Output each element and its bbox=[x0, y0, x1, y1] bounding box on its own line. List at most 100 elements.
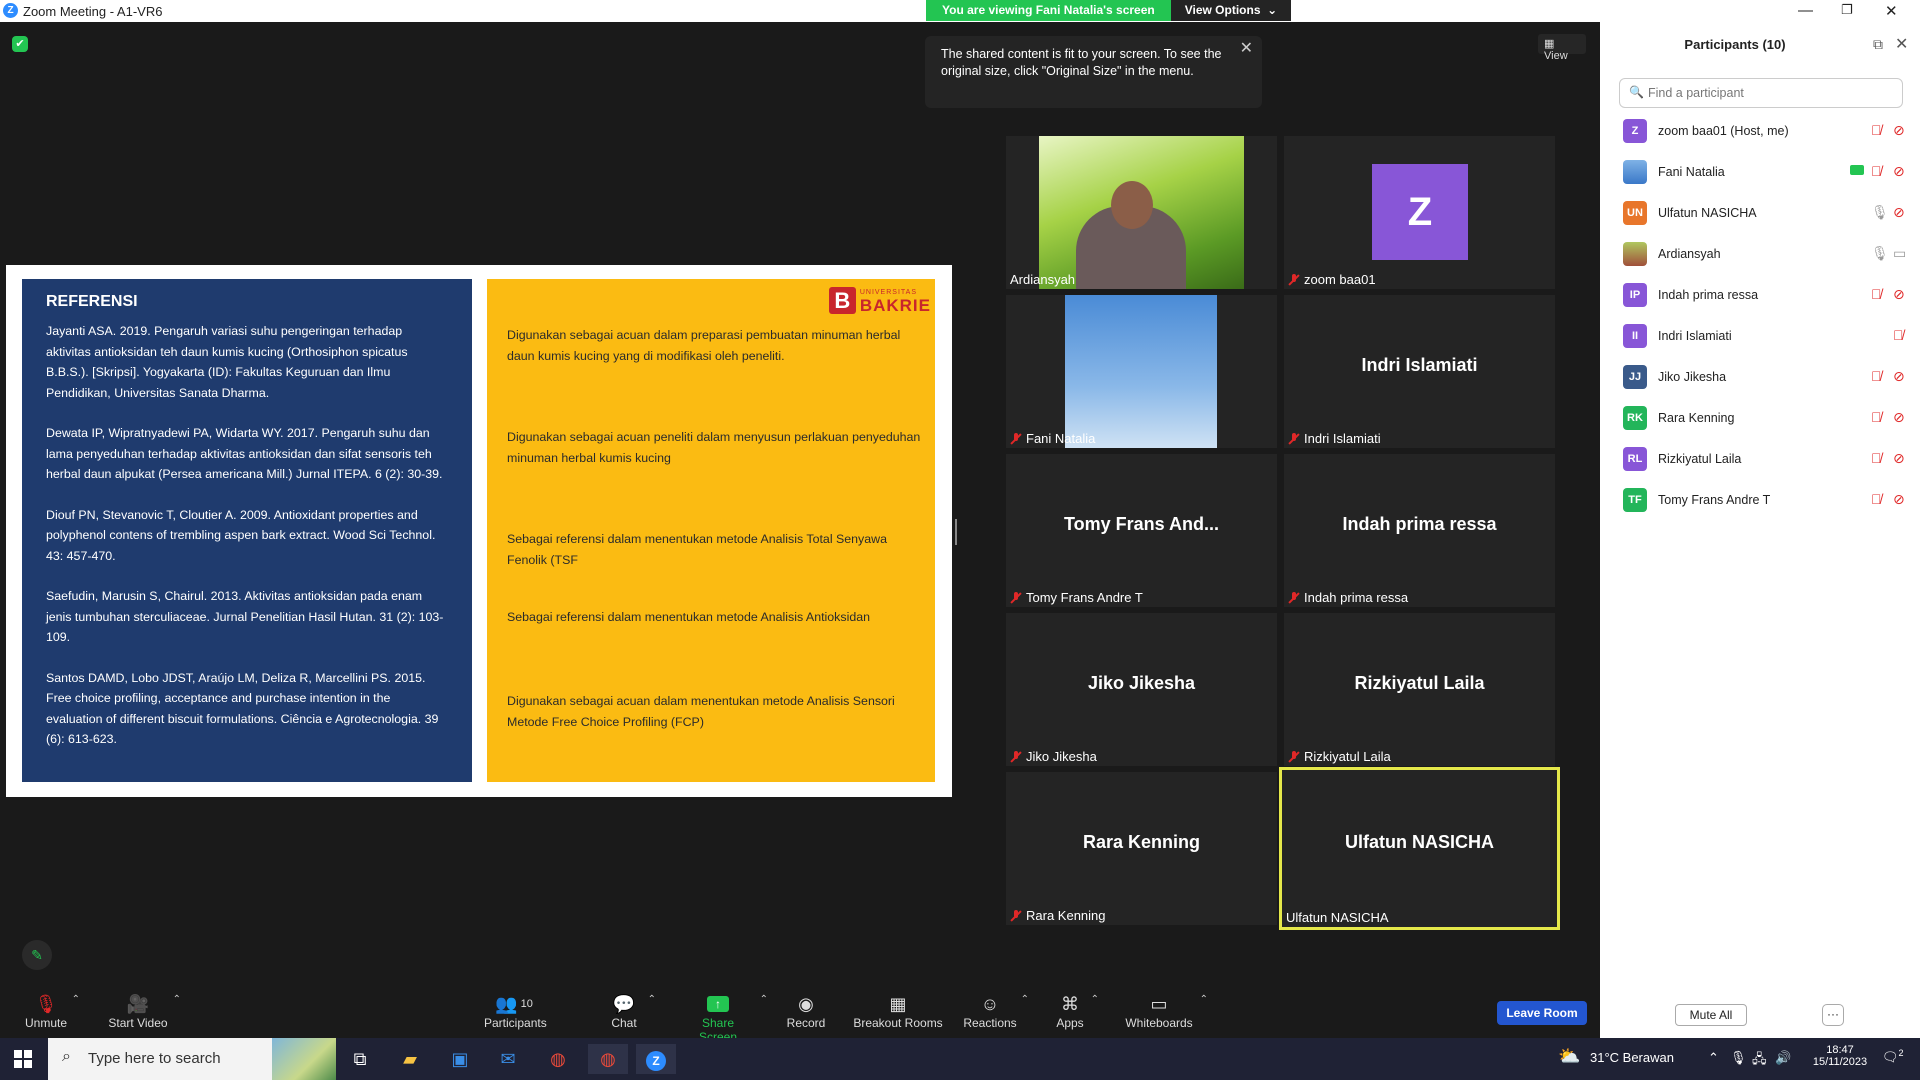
video-off-icon[interactable]: ⊘ bbox=[1893, 286, 1905, 303]
weather-icon[interactable]: ⛅ bbox=[1558, 1046, 1580, 1067]
mic-muted-icon[interactable]: 🎙̸ bbox=[1871, 368, 1882, 384]
tray-overflow-icon[interactable]: ⌃ bbox=[1708, 1050, 1719, 1066]
video-off-icon[interactable]: ⊘ bbox=[1893, 163, 1905, 180]
video-tile[interactable]: Rizkiyatul Laila Rizkiyatul Laila bbox=[1284, 613, 1555, 766]
volume-icon[interactable]: 🔊 bbox=[1775, 1050, 1791, 1066]
participant-row[interactable]: Z zoom baa01 (Host, me) 🎙̸ ⊘ bbox=[1623, 117, 1913, 145]
participants-button[interactable]: 👥 10 Participants bbox=[484, 992, 547, 1031]
participant-row[interactable]: Fani Natalia 🎙̸ ⊘ bbox=[1623, 158, 1913, 186]
video-off-icon[interactable]: ⊘ bbox=[1893, 491, 1905, 508]
tile-name: Ulfatun NASICHA bbox=[1286, 910, 1389, 925]
zoom-logo-icon: Z bbox=[3, 3, 18, 18]
chat-icon: 💬 bbox=[612, 993, 636, 1014]
date: 15/11/2023 bbox=[1812, 1056, 1868, 1068]
close-panel-icon[interactable]: ✕ bbox=[1895, 34, 1908, 54]
title-bar: Z Zoom Meeting - A1-VR6 bbox=[0, 0, 1600, 22]
note-item: Digunakan sebagai acuan peneliti dalam m… bbox=[507, 430, 921, 465]
task-view-icon[interactable]: ⧉ bbox=[340, 1044, 380, 1074]
participants-panel: Participants (10) ⧉ ✕ 🔍 Find a participa… bbox=[1600, 22, 1920, 1038]
video-off-icon[interactable]: ⊘ bbox=[1893, 450, 1905, 467]
participant-row[interactable]: II Indri Islamiati 🎙̸ bbox=[1623, 322, 1913, 350]
viewing-banner: You are viewing Fani Natalia's screen Vi… bbox=[926, 0, 1292, 21]
video-tile[interactable]: Z zoom baa01 bbox=[1284, 136, 1555, 289]
avatar: II bbox=[1623, 324, 1647, 348]
participant-row[interactable]: RL Rizkiyatul Laila 🎙̸ ⊘ bbox=[1623, 445, 1913, 473]
video-icon[interactable]: ▭ bbox=[1893, 245, 1906, 262]
mail-icon[interactable]: ✉ bbox=[488, 1044, 528, 1074]
reference-item: Diouf PN, Stevanovic T, Cloutier A. 2009… bbox=[46, 507, 436, 563]
video-tile[interactable]: Tomy Frans And... Tomy Frans Andre T bbox=[1006, 454, 1277, 607]
notification-center-icon[interactable]: 🗨2 bbox=[1882, 1048, 1904, 1065]
mic-muted-icon[interactable]: 🎙̸ bbox=[1871, 122, 1882, 138]
mic-icon[interactable]: 🎙 bbox=[1871, 245, 1889, 262]
slide-title: REFERENSI bbox=[46, 293, 138, 310]
note-item: Sebagai referensi dalam menentukan metod… bbox=[507, 610, 870, 624]
chrome-icon[interactable]: ◍ bbox=[538, 1044, 578, 1074]
zoom-taskbar-icon[interactable]: Z bbox=[636, 1044, 676, 1074]
weather-text[interactable]: 31°C Berawan bbox=[1590, 1050, 1674, 1065]
store-icon[interactable]: ▣ bbox=[440, 1044, 480, 1074]
mic-muted-icon bbox=[1010, 751, 1022, 763]
split-divider[interactable] bbox=[955, 519, 957, 545]
pop-out-icon[interactable]: ⧉ bbox=[1873, 36, 1883, 53]
whiteboards-button[interactable]: ▭ Whiteboards ⌃ bbox=[1124, 992, 1208, 1031]
active-speaker-tile[interactable]: Ulfatun NASICHA Ulfatun NASICHA bbox=[1279, 767, 1560, 930]
avatar: TF bbox=[1623, 488, 1647, 512]
unmute-button[interactable]: 🎙 Unmute ⌃ bbox=[22, 992, 80, 1031]
record-button[interactable]: ◉ Record bbox=[786, 992, 826, 1031]
participant-row[interactable]: RK Rara Kenning 🎙̸ ⊘ bbox=[1623, 404, 1913, 432]
chrome-profile-icon[interactable]: ◍ bbox=[588, 1044, 628, 1074]
participant-row[interactable]: TF Tomy Frans Andre T 🎙̸ ⊘ bbox=[1623, 486, 1913, 514]
view-button[interactable]: ▦ View bbox=[1538, 34, 1586, 62]
mic-muted-icon[interactable]: 🎙̸ bbox=[1871, 491, 1882, 507]
participant-row[interactable]: UN Ulfatun NASICHA 🎙 ⊘ bbox=[1623, 199, 1913, 227]
search-input[interactable]: 🔍 Find a participant bbox=[1619, 78, 1903, 108]
video-tile[interactable]: Indri Islamiati Indri Islamiati bbox=[1284, 295, 1555, 448]
video-tile[interactable]: Indah prima ressa Indah prima ressa bbox=[1284, 454, 1555, 607]
start-video-button[interactable]: 🎥 Start Video ⌃ bbox=[105, 992, 181, 1031]
minimize-button[interactable]: — bbox=[1798, 2, 1813, 19]
breakout-rooms-button[interactable]: ▦ Breakout Rooms bbox=[853, 992, 943, 1031]
mic-muted-icon[interactable]: 🎙̸ bbox=[1871, 409, 1882, 425]
more-options-button[interactable]: ··· bbox=[1822, 1004, 1844, 1026]
video-off-icon[interactable]: ⊘ bbox=[1893, 204, 1905, 221]
windows-taskbar: ⌕ Type here to search ⧉ ▰ ▣ ✉ ◍ ◍ Z ⛅ 31… bbox=[0, 1038, 1920, 1080]
microphone-icon[interactable]: 🎙 bbox=[1730, 1050, 1747, 1066]
video-tile[interactable]: Fani Natalia bbox=[1006, 295, 1277, 448]
video-feed bbox=[1065, 295, 1217, 448]
security-shield-icon[interactable]: ✔ bbox=[12, 36, 28, 52]
video-tile[interactable]: Ardiansyah bbox=[1006, 136, 1277, 289]
mic-muted-icon[interactable]: 🎙̸ bbox=[1871, 450, 1882, 466]
participant-row[interactable]: IP Indah prima ressa 🎙̸ ⊘ bbox=[1623, 281, 1913, 309]
network-icon[interactable]: 🖧 bbox=[1752, 1050, 1767, 1072]
windows-start-icon[interactable] bbox=[14, 1050, 32, 1068]
leave-room-button[interactable]: Leave Room bbox=[1497, 1001, 1587, 1025]
mic-icon[interactable]: 🎙 bbox=[1871, 204, 1889, 221]
avatar: UN bbox=[1623, 201, 1647, 225]
taskbar-search-input[interactable]: ⌕ Type here to search bbox=[48, 1038, 336, 1080]
file-explorer-icon[interactable]: ▰ bbox=[390, 1044, 430, 1074]
participant-row[interactable]: JJ Jiko Jikesha 🎙̸ ⊘ bbox=[1623, 363, 1913, 391]
avatar: RL bbox=[1623, 447, 1647, 471]
close-window-button[interactable]: ✕ bbox=[1885, 2, 1898, 20]
video-tile[interactable]: Jiko Jikesha Jiko Jikesha bbox=[1006, 613, 1277, 766]
chat-button[interactable]: 💬 Chat ⌃ bbox=[606, 992, 656, 1031]
reactions-button[interactable]: ☺ Reactions ⌃ bbox=[963, 992, 1029, 1031]
video-off-icon[interactable]: ⊘ bbox=[1893, 122, 1905, 139]
restore-button[interactable]: ❐ bbox=[1841, 2, 1853, 18]
mute-all-button[interactable]: Mute All bbox=[1675, 1004, 1747, 1026]
note-item: Sebagai referensi dalam menentukan metod… bbox=[507, 532, 887, 567]
close-tooltip-icon[interactable]: ✕ bbox=[1240, 40, 1253, 57]
apps-button[interactable]: ⌘ Apps ⌃ bbox=[1055, 992, 1099, 1031]
mic-muted-icon[interactable]: 🎙̸ bbox=[1871, 163, 1882, 179]
video-tile[interactable]: Rara Kenning Rara Kenning bbox=[1006, 772, 1277, 925]
share-screen-button[interactable]: ↑ Share Screen ⌃ bbox=[682, 992, 768, 1044]
annotate-pen-icon[interactable]: ✎ bbox=[22, 940, 52, 970]
clock[interactable]: 18:47 15/11/2023 bbox=[1810, 1044, 1870, 1068]
video-off-icon[interactable]: ⊘ bbox=[1893, 409, 1905, 426]
video-off-icon[interactable]: ⊘ bbox=[1893, 368, 1905, 385]
participant-row[interactable]: Ardiansyah 🎙 ▭ bbox=[1623, 240, 1913, 268]
view-options-button[interactable]: View Options ⌄ bbox=[1170, 0, 1292, 21]
mic-muted-icon[interactable]: 🎙̸ bbox=[1893, 327, 1904, 343]
mic-muted-icon[interactable]: 🎙̸ bbox=[1871, 286, 1882, 302]
